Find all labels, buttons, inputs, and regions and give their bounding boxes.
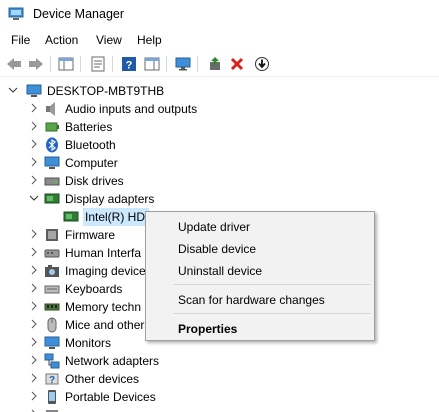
battery-icon: [45, 122, 59, 132]
bluetooth-icon: [46, 137, 58, 153]
chevron-right-icon[interactable]: [29, 265, 39, 275]
tree-item-label: Memory techn: [65, 300, 142, 314]
monitor-icon: [44, 336, 60, 349]
tree-item-display-adapters[interactable]: Display adapters: [0, 190, 430, 208]
portable-device-icon: [48, 390, 56, 404]
chevron-right-icon[interactable]: [29, 337, 39, 347]
window-title: Device Manager: [33, 7, 125, 21]
menu-update-driver[interactable]: Update driver: [178, 220, 250, 234]
chevron-right-icon[interactable]: [29, 139, 39, 149]
speaker-icon: [46, 102, 55, 116]
disk-drive-icon: [44, 177, 60, 186]
display-adapter-icon: [63, 211, 79, 222]
chevron-right-icon[interactable]: [29, 391, 39, 401]
mouse-icon: [47, 317, 57, 333]
unknown-device-icon: ?: [45, 373, 59, 386]
tree-item-portable[interactable]: Portable Devices: [0, 388, 430, 406]
forward-arrow-icon[interactable]: [27, 55, 45, 73]
tree-item-label: Firmware: [65, 228, 115, 242]
uninstall-icon[interactable]: [228, 55, 246, 73]
tree-item-label: Display adapters: [65, 192, 155, 206]
monitor-icon[interactable]: [174, 55, 192, 73]
menu-separator: [173, 284, 371, 285]
tree-item-label: Imaging device: [65, 264, 146, 278]
chevron-down-icon[interactable]: [8, 85, 18, 95]
toolbar: ?: [0, 51, 439, 77]
menu-scan-hardware[interactable]: Scan for hardware changes: [178, 293, 325, 307]
tree-item-other-devices[interactable]: ? Other devices: [0, 370, 430, 388]
tree-item-label: Intel(R) HD: [85, 210, 146, 224]
menu-file[interactable]: File: [11, 33, 30, 47]
menu-uninstall-device[interactable]: Uninstall device: [178, 264, 262, 278]
menu-separator: [173, 313, 371, 314]
tree-item-label: Bluetooth: [65, 138, 116, 152]
chevron-down-icon[interactable]: [29, 193, 39, 203]
computer-icon: [26, 84, 42, 97]
svg-text:?: ?: [49, 375, 55, 386]
tree-root-label: DESKTOP-MBT9THB: [47, 84, 165, 98]
chevron-right-icon[interactable]: [29, 319, 39, 329]
menu-disable-device[interactable]: Disable device: [178, 242, 256, 256]
title-bar: Device Manager: [0, 0, 439, 30]
context-menu: Update driver Disable device Uninstall d…: [145, 211, 375, 341]
hid-icon: [44, 249, 60, 258]
chevron-right-icon[interactable]: [29, 355, 39, 365]
chevron-right-icon[interactable]: [29, 301, 39, 311]
tree-item-disk-drives[interactable]: Disk drives: [0, 172, 430, 190]
back-arrow-icon[interactable]: [5, 55, 23, 73]
chevron-right-icon[interactable]: [29, 103, 39, 113]
tree-root[interactable]: DESKTOP-MBT9THB: [0, 82, 430, 100]
tree-item-bluetooth[interactable]: Bluetooth: [0, 136, 430, 154]
properties-icon[interactable]: [89, 55, 107, 73]
chevron-right-icon[interactable]: [29, 121, 39, 131]
tree-item-label: Mice and other: [65, 318, 145, 332]
show-hide-tree-icon[interactable]: [57, 55, 75, 73]
chevron-right-icon[interactable]: [29, 247, 39, 257]
chevron-right-icon[interactable]: [29, 175, 39, 185]
scan-download-icon[interactable]: [253, 55, 271, 73]
tree-item-label: Monitors: [65, 336, 112, 350]
keyboard-icon: [44, 285, 60, 294]
tree-item-label: Network adapters: [65, 354, 160, 368]
chevron-right-icon[interactable]: [29, 283, 39, 293]
firmware-icon: [46, 229, 58, 241]
action-pane-icon[interactable]: [143, 55, 161, 73]
display-adapter-icon: [44, 193, 60, 204]
tree-item-label: Other devices: [65, 372, 140, 386]
camera-icon: [45, 265, 59, 277]
device-icon: [46, 410, 58, 412]
tree-item-network[interactable]: Network adapters: [0, 352, 430, 370]
tree-item-label: Keyboards: [65, 282, 123, 296]
tree-item-label: Portable Devices: [65, 390, 156, 404]
update-driver-icon[interactable]: [206, 55, 224, 73]
computer-icon: [44, 156, 60, 169]
help-icon[interactable]: ?: [120, 55, 138, 73]
memory-icon: [44, 303, 60, 311]
device-manager-icon: [8, 7, 24, 20]
tree-item-label: Batteries: [65, 120, 113, 134]
menu-view[interactable]: View: [96, 33, 122, 47]
chevron-right-icon[interactable]: [29, 373, 39, 383]
chevron-right-icon[interactable]: [29, 229, 39, 239]
tree-item-label: Computer: [65, 156, 118, 170]
svg-text:?: ?: [126, 60, 133, 72]
tree-item-computer[interactable]: Computer: [0, 154, 430, 172]
menu-bar: File Action View Help: [0, 30, 439, 50]
menu-properties[interactable]: Properties: [178, 322, 237, 336]
tree-item-partial[interactable]: [0, 406, 430, 412]
menu-help[interactable]: Help: [137, 33, 162, 47]
tree-item-label: Audio inputs and outputs: [65, 102, 198, 116]
tree-item-batteries[interactable]: Batteries: [0, 118, 430, 136]
tree-item-audio[interactable]: Audio inputs and outputs: [0, 100, 430, 118]
chevron-right-icon[interactable]: [29, 157, 39, 167]
network-icon: [44, 353, 60, 369]
tree-item-label: Disk drives: [65, 174, 124, 188]
menu-action[interactable]: Action: [45, 33, 78, 47]
tree-item-label: Human Interfa: [65, 246, 142, 260]
